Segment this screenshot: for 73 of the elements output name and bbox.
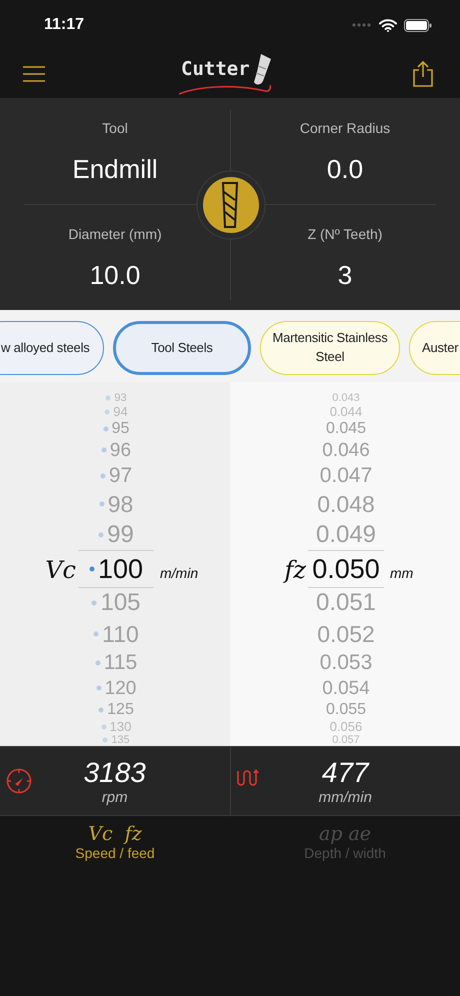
tool-setting[interactable]: Corner Radius 0.0 xyxy=(230,98,460,204)
battery-icon xyxy=(404,18,432,32)
dot-icon xyxy=(98,501,105,507)
endmill-icon[interactable] xyxy=(196,170,266,240)
material-chip[interactable]: Martensitic Stainless Steel xyxy=(260,321,400,375)
picker-value[interactable]: 0.054 xyxy=(308,676,384,700)
picker-value[interactable]: 99 xyxy=(78,519,154,551)
picker-value[interactable]: 0.046 xyxy=(308,438,384,462)
picker-value[interactable]: 94 xyxy=(78,404,154,419)
status-time: 11:17 xyxy=(44,16,84,34)
picker-value[interactable]: 0.045 xyxy=(308,419,384,438)
result-unit: rpm xyxy=(102,788,128,806)
parameter-symbol: Vc xyxy=(45,556,76,584)
dot-icon xyxy=(98,706,104,712)
dot-icon xyxy=(100,472,106,478)
dot-icon xyxy=(96,685,102,691)
picker-value[interactable]: 135 xyxy=(78,734,154,746)
tool-setting[interactable]: Z (Nº Teeth) 3 xyxy=(230,204,460,310)
wifi-icon xyxy=(379,18,397,32)
dot-icon xyxy=(88,566,95,572)
dot-icon xyxy=(100,724,107,730)
picker-value[interactable]: 95 xyxy=(78,419,154,438)
picker-value[interactable]: 115 xyxy=(78,649,154,676)
picker-value[interactable]: 0.053 xyxy=(308,649,384,676)
picker-value[interactable]: 0.051 xyxy=(308,587,384,619)
bottom-tab[interactable]: ap ae Depth / width xyxy=(230,822,460,862)
gauge-icon xyxy=(6,768,32,794)
picker-value[interactable]: 130 xyxy=(78,719,154,734)
picker-value[interactable]: 0.056 xyxy=(308,719,384,734)
unit-label: m/min xyxy=(160,564,198,580)
material-chip[interactable]: Tool Steels xyxy=(113,321,251,375)
picker-value[interactable]: 0.044 xyxy=(308,404,384,419)
picker-value[interactable]: 0.052 xyxy=(308,619,384,649)
picker-value[interactable]: 125 xyxy=(78,700,154,719)
picker-value[interactable]: 0.050 xyxy=(308,550,384,588)
picker-value[interactable]: 0.048 xyxy=(308,489,384,519)
tool-setting[interactable]: Tool Endmill xyxy=(0,98,230,204)
picker-value[interactable]: 110 xyxy=(78,619,154,649)
dot-icon xyxy=(104,408,110,414)
dot-icon xyxy=(94,660,101,666)
picker-value[interactable]: 93 xyxy=(78,392,154,404)
picker-value[interactable]: 0.055 xyxy=(308,700,384,719)
dot-icon xyxy=(102,737,108,743)
picker-value[interactable]: 0.057 xyxy=(308,734,384,746)
dot-icon xyxy=(98,532,104,538)
dot-icon xyxy=(102,426,109,432)
dot-icon xyxy=(100,447,107,453)
dot-icon xyxy=(105,395,112,401)
material-chip[interactable]: w alloyed steels xyxy=(0,321,104,375)
signal-icon xyxy=(352,22,372,28)
dot-icon xyxy=(91,600,98,606)
picker-value[interactable]: 100 xyxy=(78,550,154,588)
picker-value[interactable]: 105 xyxy=(78,587,154,619)
app-logo-text: Cutter xyxy=(181,58,250,80)
picker-value[interactable]: 98 xyxy=(78,489,154,519)
result-unit: mm/min xyxy=(318,788,372,806)
picker-value[interactable]: 0.049 xyxy=(308,519,384,551)
picker-value[interactable]: 0.043 xyxy=(308,392,384,404)
dot-icon xyxy=(93,631,100,637)
unit-label: mm xyxy=(390,564,414,580)
tool-setting[interactable]: Diameter (mm) 10.0 xyxy=(0,204,230,310)
parameter-symbol: fz xyxy=(284,556,306,584)
material-chip[interactable]: Auster xyxy=(409,321,460,375)
picker-value[interactable]: 96 xyxy=(78,438,154,462)
bottom-tab[interactable]: Vc fz Speed / feed xyxy=(0,822,230,862)
share-icon[interactable] xyxy=(412,61,434,87)
result-value: 477 xyxy=(322,756,369,788)
feed-path-icon xyxy=(236,768,260,788)
result-value: 3183 xyxy=(84,756,146,788)
picker-value[interactable]: 0.047 xyxy=(308,462,384,489)
menu-icon[interactable] xyxy=(22,65,46,83)
picker-value[interactable]: 120 xyxy=(78,676,154,700)
picker-value[interactable]: 97 xyxy=(78,462,154,489)
